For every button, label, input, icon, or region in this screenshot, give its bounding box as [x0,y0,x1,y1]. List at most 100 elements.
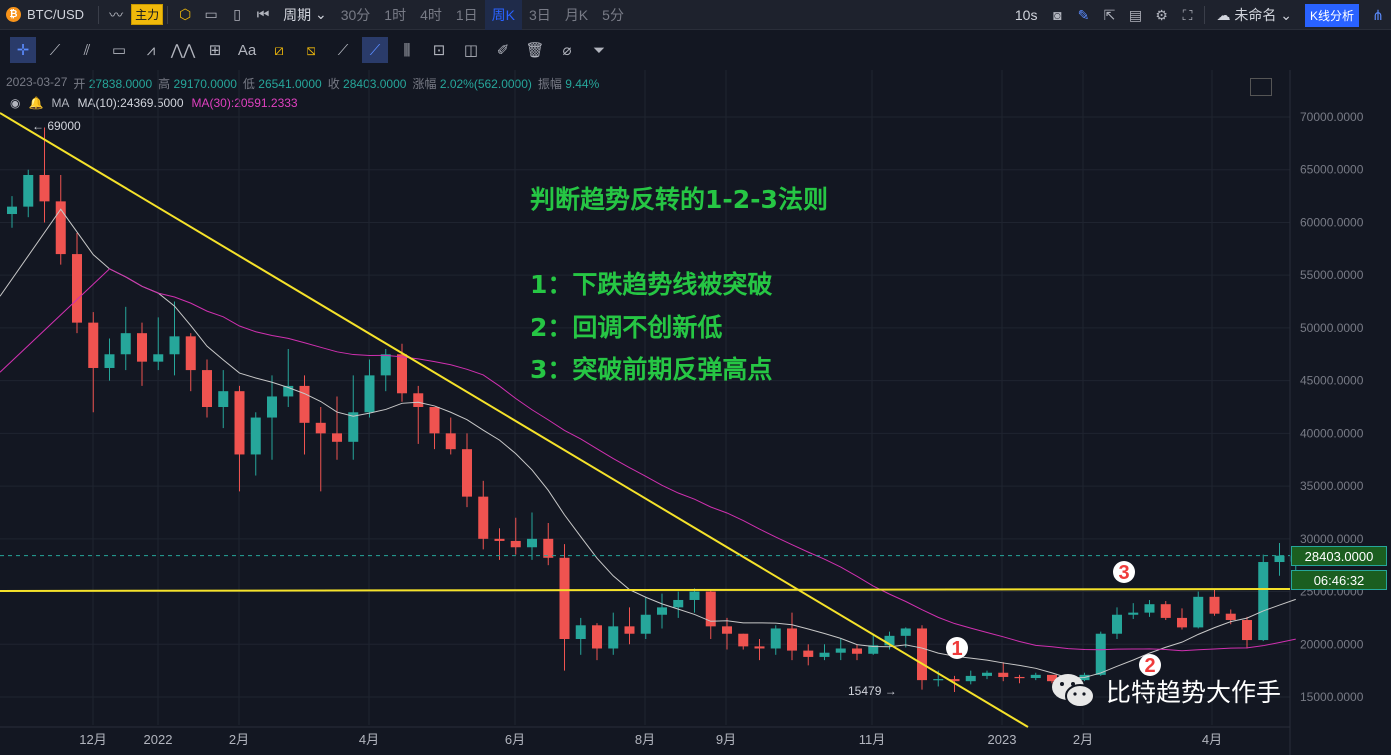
candle-down [917,628,927,681]
annotation-rule-3: 3：突破前期反弹高点 [530,355,773,384]
refresh-interval[interactable]: 10s [1008,0,1045,30]
magnet-2-icon[interactable]: ⌀ [554,37,580,63]
rectangle-icon[interactable]: ▭ [106,37,132,63]
candle-up [819,652,830,657]
candle-up [770,628,781,649]
interval-1m[interactable]: 月K [558,0,595,30]
period-dropdown[interactable]: 周期 ⌄ [276,0,334,30]
lock-icon[interactable]: ⊡ [426,37,452,63]
pitchfork-icon[interactable]: ⩘ [138,37,164,63]
interval-5m[interactable]: 5分 [595,0,631,30]
x-tick-label: 2月 [1073,732,1093,747]
candle-down [397,354,407,394]
candle-down [202,370,212,407]
candle-up [608,626,619,649]
wechat-watermark: 比特趋势大作手 [1050,672,1281,710]
x-tick-label: 9月 [716,732,736,747]
candle-up [364,375,375,413]
k-analysis-button[interactable]: K线分析 [1304,3,1359,27]
candle-up [673,599,684,608]
candle-down [1225,613,1236,621]
text-icon[interactable]: Aa [234,37,260,63]
candle-up [380,354,391,376]
candle-down [137,333,147,362]
candle-up [23,175,34,207]
magnet-icon[interactable]: ⟋ [362,37,388,63]
candle-down [1160,604,1171,618]
interval-4h[interactable]: 4时 [413,0,449,30]
annotation-title: 判断趋势反转的1-2-3法则 [530,185,828,214]
candle-down [1177,617,1187,628]
candlestick-chart[interactable]: 70000.0000 65000.0000 60000.0000 55000.0000… [0,70,1391,755]
interval-3d[interactable]: 3日 [522,0,558,30]
period-label: 周期 [283,6,312,23]
ray-icon[interactable]: ⫽ [74,37,100,63]
candle-down [998,672,1009,677]
save-icon[interactable]: ▤ [1122,4,1148,26]
top-toolbar-right: 10s ◙ ✎ ⇱ ▤ ⚙ ⛶ ☁ 未命名 ⌄ K线分析 ⋔ [1008,0,1391,30]
settings-icon[interactable]: ⚙ [1148,4,1174,26]
interval-30m[interactable]: 30分 [334,0,378,30]
step-marker-number: 1 [951,638,962,660]
candle-down [1242,620,1252,641]
filter-icon[interactable]: ⏷ [586,37,612,63]
delete-icon[interactable]: 🗑 [522,37,548,63]
trend-line-icon[interactable]: ⟋ [42,37,68,63]
candle-down [332,433,342,442]
pen-icon[interactable]: ✎ [1070,4,1096,26]
bars-icon[interactable]: ⫼ [394,37,420,63]
fullscreen-icon[interactable]: ⛶ [1174,4,1200,26]
toolbar-divider [98,5,100,24]
brush-icon[interactable]: ⟋ [330,37,356,63]
layout-name-dropdown[interactable]: ☁ 未命名 ⌄ [1209,0,1299,30]
candle-down [88,322,99,368]
x-tick-label: 2月 [229,732,249,747]
toolbar-divider [1204,6,1206,24]
interval-1w[interactable]: 周K [484,0,523,30]
camera-icon[interactable]: ◙ [1044,4,1070,26]
interval-1h[interactable]: 1时 [377,0,413,30]
indicator-button[interactable]: 主力 [131,4,164,25]
resistance-line [0,588,1291,592]
candle-down [592,625,602,649]
strategy-icon[interactable]: ⬡ [172,4,198,26]
candle-down [445,433,456,450]
candle-up [169,336,180,355]
annotation-rule-2: 2：回调不创新低 [530,313,723,342]
share-icon[interactable]: ⋔ [1365,4,1391,26]
candle-up [900,628,911,636]
layout-name: 未命名 [1234,7,1277,23]
candle-up [527,538,537,548]
candle-down [429,407,440,434]
pattern-icon[interactable]: ⋀⋀ [170,37,196,63]
external-link-icon[interactable]: ⇱ [1096,4,1122,26]
candle-up [689,591,700,600]
y-tick-label: 45000.0000 [1300,374,1364,388]
candle-down [510,540,521,548]
candle-up [153,354,164,362]
candle-down [722,626,732,634]
high-marker: ← 69000 [32,119,81,133]
layout-icon[interactable]: ▯ [224,4,250,26]
candle-up [965,675,976,682]
candle-up [575,625,586,639]
candle-up [267,396,277,418]
replay-icon[interactable]: ⏮ [250,4,276,26]
drawing-toolbar: ✛ ⟋ ⫽ ▭ ⩘ ⋀⋀ ⊞ Aa ⧄ ⧅ ⟋ ⟋ ⫼ ⊡ ◫ ✐ 🗑 ⌀ ⏷ [0,30,1391,70]
x-tick-label: 6月 [505,732,525,747]
ruler-icon[interactable]: ⧄ [266,37,292,63]
fib-icon[interactable]: ⧅ [298,37,324,63]
x-tick-label: 11月 [859,732,886,747]
measure-icon[interactable]: ⊞ [202,37,228,63]
interval-1d[interactable]: 1日 [449,0,485,30]
crosshair-icon[interactable]: ✛ [10,37,36,63]
edit-icon[interactable]: ✐ [490,37,516,63]
candle-down [234,391,245,455]
x-tick-label: 4月 [1202,732,1222,747]
candle-down [559,557,570,639]
candle-up [982,672,992,676]
calendar-icon[interactable]: ▭ [198,4,224,26]
symbol-selector[interactable]: ₿ BTC/USD [0,7,94,22]
chart-type-icon[interactable]: 〰 [103,4,129,26]
note-icon[interactable]: ◫ [458,37,484,63]
